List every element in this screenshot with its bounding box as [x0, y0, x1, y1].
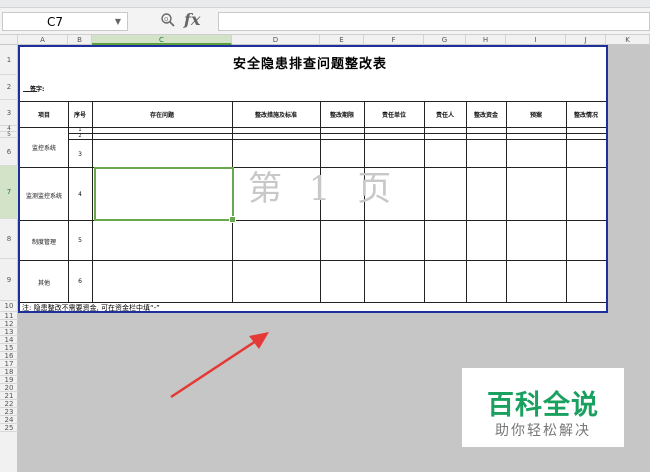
fx-icon[interactable]: fx: [184, 10, 200, 29]
header-person: 责任人: [435, 112, 454, 119]
col-header-b[interactable]: B: [68, 35, 92, 45]
select-all-corner[interactable]: [0, 35, 18, 45]
row-header-14[interactable]: 14: [0, 336, 18, 344]
col-header-k[interactable]: K: [606, 35, 650, 45]
selected-cell[interactable]: [94, 167, 236, 223]
formula-input[interactable]: [218, 12, 650, 31]
row-header-16[interactable]: 16: [0, 352, 18, 360]
grid-line: [466, 101, 467, 302]
row-header-18[interactable]: 18: [0, 368, 18, 376]
grid-line: [20, 260, 606, 261]
header-number: 序号: [73, 112, 86, 119]
chevron-down-icon[interactable]: ▼: [115, 13, 121, 31]
toolbar-strip: [0, 0, 650, 8]
grid-line: [20, 127, 606, 128]
formula-bar: C7 ▼ Q fx: [0, 8, 650, 35]
row-number: 6: [78, 278, 82, 285]
col-header-f[interactable]: F: [364, 35, 424, 45]
header-deadline: 整改期限: [329, 112, 354, 119]
print-page: 安全隐患排查问题整改表 签字: 项目 序号 存在问题 整改措施及标准 整改期限 …: [18, 45, 608, 313]
project-cell: 监控系统: [31, 145, 56, 152]
svg-text:Q: Q: [164, 17, 168, 23]
row-header-15[interactable]: 15: [0, 344, 18, 352]
header-funds: 整改资金: [473, 112, 498, 119]
footnote: 注: 隐患整改不需要资金, 可在资金栏中填“-”: [22, 304, 160, 312]
name-box[interactable]: C7 ▼: [2, 12, 128, 31]
col-header-g[interactable]: G: [424, 35, 466, 45]
row-header-25[interactable]: 25: [0, 424, 18, 432]
row-header-17[interactable]: 17: [0, 360, 18, 368]
row-header-19[interactable]: 19: [0, 376, 18, 384]
grid-line: [20, 101, 606, 102]
row-header-6[interactable]: 6: [0, 138, 18, 166]
row-header-11[interactable]: 11: [0, 312, 18, 320]
row-header-9[interactable]: 9: [0, 259, 18, 301]
row-header-22[interactable]: 22: [0, 400, 18, 408]
grid-line: [68, 133, 606, 134]
row-header-10[interactable]: 10: [0, 301, 18, 312]
col-header-i[interactable]: I: [506, 35, 566, 45]
name-box-value: C7: [47, 15, 64, 29]
row-header-12[interactable]: 12: [0, 320, 18, 328]
project-cell: 其他: [37, 280, 50, 287]
row-number: 5: [78, 237, 82, 244]
row-number: 2: [78, 133, 82, 139]
fill-handle[interactable]: [229, 216, 236, 223]
annotation-arrow: [170, 332, 269, 399]
page-watermark: 第 1 页: [248, 169, 400, 209]
grid-line: [506, 101, 507, 302]
col-header-a[interactable]: A: [18, 35, 68, 45]
row-header-13[interactable]: 13: [0, 328, 18, 336]
header-project: 项目: [37, 112, 50, 119]
row-header-24[interactable]: 24: [0, 416, 18, 424]
row-number: 3: [78, 151, 82, 158]
project-cell: 制度管理: [31, 239, 56, 246]
grid-line: [68, 139, 606, 140]
header-issue: 存在问题: [149, 112, 174, 119]
row-header-21[interactable]: 21: [0, 392, 18, 400]
grid-line: [566, 101, 567, 302]
brand-logo: 百科全说 助你轻松解决: [462, 368, 624, 447]
row-header-1[interactable]: 1: [0, 45, 18, 75]
row-header-8[interactable]: 8: [0, 219, 18, 259]
grid-line: [92, 101, 93, 302]
signer-underline: [23, 91, 37, 92]
col-header-j[interactable]: J: [566, 35, 606, 45]
row-header: 1 2 3 4 5 6 7 8 9 10 11 12 13 14 15 16 1…: [0, 45, 18, 472]
row-header-2[interactable]: 2: [0, 75, 18, 100]
header-measures: 整改措施及标准: [254, 112, 297, 119]
header-status: 整改情况: [573, 112, 598, 119]
document-title: 安全隐患排查问题整改表: [232, 57, 387, 72]
col-header-h[interactable]: H: [466, 35, 506, 45]
row-header-20[interactable]: 20: [0, 384, 18, 392]
header-unit: 责任单位: [381, 112, 406, 119]
logo-subtitle: 助你轻松解决: [495, 423, 591, 439]
zoom-search-icon[interactable]: Q: [160, 12, 176, 32]
col-header-e[interactable]: E: [320, 35, 364, 45]
project-cell: 监测监控系统: [25, 193, 62, 200]
col-header-d[interactable]: D: [232, 35, 320, 45]
row-header-23[interactable]: 23: [0, 408, 18, 416]
header-plan: 预案: [529, 112, 542, 119]
column-header: A B C D E F G H I J K: [0, 35, 650, 45]
row-header-7[interactable]: 7: [0, 166, 18, 219]
grid-line: [424, 101, 425, 302]
col-header-c[interactable]: C: [92, 35, 232, 45]
row-number: 4: [78, 191, 82, 198]
logo-title: 百科全说: [487, 390, 599, 421]
row-header-3[interactable]: 3: [0, 100, 18, 126]
